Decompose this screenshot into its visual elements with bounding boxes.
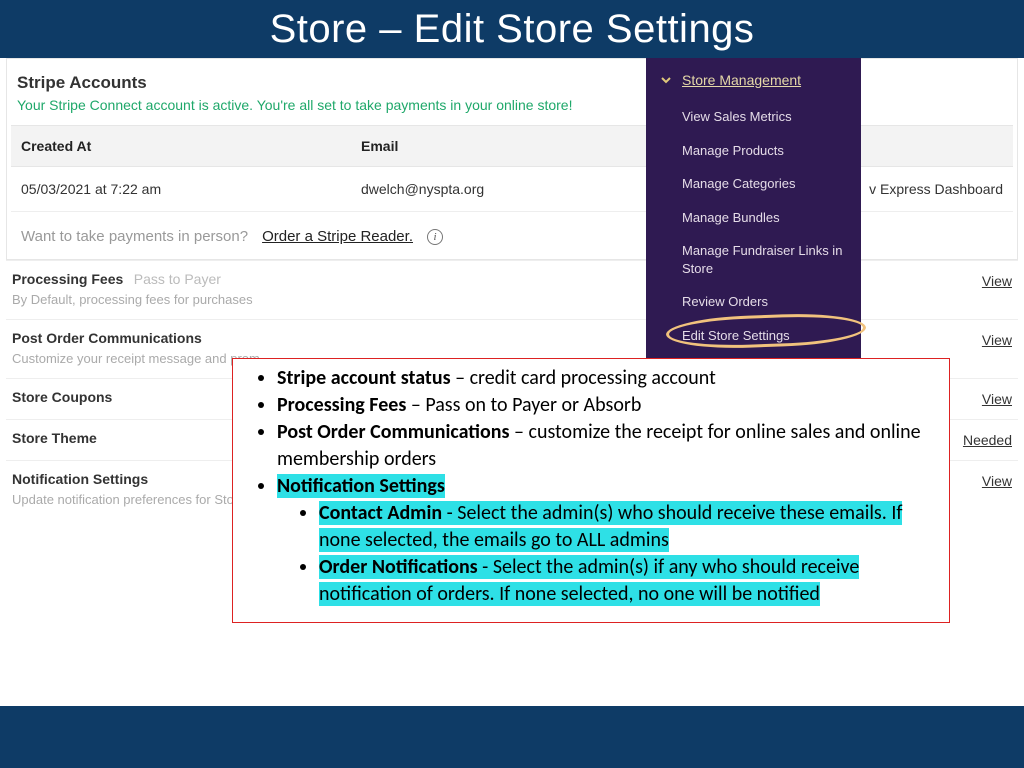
menu-item-view-sales-metrics[interactable]: View Sales Metrics: [660, 100, 847, 134]
content-area: Stripe Accounts Your Stripe Connect acco…: [0, 58, 1024, 519]
callout-bullet: Stripe account status – credit card proc…: [277, 365, 933, 392]
setting-title: Store Coupons: [12, 389, 112, 405]
slide-title: Store – Edit Store Settings: [270, 7, 755, 52]
menu-item-label: Edit Store Settings: [682, 328, 790, 343]
setting-title: Post Order Communications: [12, 330, 202, 346]
info-icon[interactable]: i: [427, 229, 443, 245]
menu-item-manage-fundraiser-links[interactable]: Manage Fundraiser Links in Store: [660, 234, 847, 285]
setting-title: Processing Fees: [12, 271, 123, 287]
stripe-accounts-panel: Stripe Accounts Your Stripe Connect acco…: [6, 58, 1018, 260]
callout-bullet: Post Order Communications – customize th…: [277, 419, 933, 473]
stripe-reader-row: Want to take payments in person? Order a…: [11, 212, 1013, 259]
menu-item-manage-bundles[interactable]: Manage Bundles: [660, 201, 847, 235]
menu-item-review-orders[interactable]: Review Orders: [660, 285, 847, 319]
view-link[interactable]: View: [982, 391, 1012, 407]
menu-item-manage-products[interactable]: Manage Products: [660, 134, 847, 168]
menu-item-edit-store-settings[interactable]: Edit Store Settings: [660, 319, 847, 353]
reader-question: Want to take payments in person?: [21, 228, 248, 245]
slide-title-bar: Store – Edit Store Settings: [0, 0, 1024, 58]
menu-header-label: Store Management: [682, 72, 801, 88]
stripe-status: Your Stripe Connect account is active. Y…: [11, 95, 1013, 125]
menu-item-manage-categories[interactable]: Manage Categories: [660, 167, 847, 201]
callout-bullet: Notification Settings Contact Admin - Se…: [277, 473, 933, 608]
view-link[interactable]: View: [982, 473, 1012, 489]
col-created-at: Created At: [11, 126, 351, 167]
store-management-menu: Store Management View Sales Metrics Mana…: [646, 58, 861, 380]
stripe-heading: Stripe Accounts: [11, 69, 1013, 95]
stripe-accounts-table: Created At Email 05/03/2021 at 7:22 am d…: [11, 125, 1013, 212]
view-link[interactable]: View: [982, 332, 1012, 348]
view-express-dashboard-link[interactable]: v Express Dashboard: [869, 181, 1003, 197]
setting-subtext: By Default, processing fees for purchase…: [12, 292, 253, 307]
annotation-callout: Stripe account status – credit card proc…: [232, 358, 950, 623]
chevron-down-icon: [660, 74, 672, 86]
setting-title: Notification Settings: [12, 471, 148, 487]
order-stripe-reader-link[interactable]: Order a Stripe Reader.: [262, 228, 413, 245]
setting-title: Store Theme: [12, 430, 97, 446]
setting-inline-value: Pass to Payer: [134, 271, 221, 287]
view-link[interactable]: View: [982, 273, 1012, 289]
callout-sub-bullet: Contact Admin - Select the admin(s) who …: [319, 500, 933, 554]
cell-created-at: 05/03/2021 at 7:22 am: [11, 167, 351, 212]
callout-sub-bullet: Order Notifications - Select the admin(s…: [319, 554, 933, 608]
action-needed-link[interactable]: Needed: [963, 432, 1012, 448]
setting-processing-fees: Processing Fees Pass to Payer By Default…: [6, 260, 1018, 319]
slide-footer-bar: [0, 706, 1024, 768]
callout-bullet: Processing Fees – Pass on to Payer or Ab…: [277, 392, 933, 419]
menu-header-store-management[interactable]: Store Management: [660, 72, 847, 88]
setting-subtext: Update notification preferences for Stor…: [12, 492, 256, 507]
table-row: 05/03/2021 at 7:22 am dwelch@nyspta.org …: [11, 167, 1013, 212]
setting-subtext: Customize your receipt message and prom: [12, 351, 260, 366]
